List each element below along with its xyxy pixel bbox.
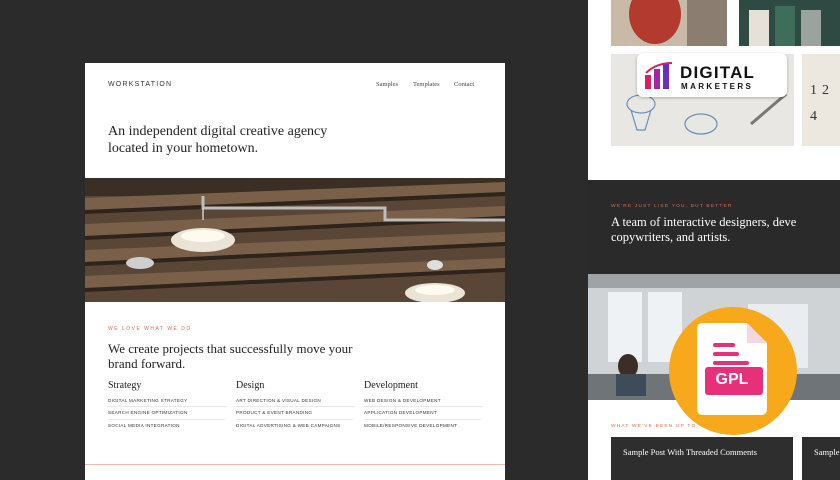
service-column-title: Design xyxy=(236,380,265,391)
nav-link-templates[interactable]: Templates xyxy=(413,81,440,88)
service-item: MOBILE/RESPONSIVE DEVELOPMENT xyxy=(364,423,458,428)
document-icon xyxy=(697,323,767,415)
divider xyxy=(108,419,226,420)
team-tagline: A team of interactive designers, deve co… xyxy=(611,215,840,245)
service-item: SOCIAL MEDIA INTEGRATION xyxy=(108,423,180,428)
svg-text:1: 1 xyxy=(810,83,817,98)
post-title[interactable]: Sample xyxy=(814,447,840,457)
service-item: APPLICATION DEVELOPMENT xyxy=(364,410,437,415)
team-tagline-line: copywriters, and artists. xyxy=(611,230,731,244)
portfolio-thumbnail-numbers[interactable]: 1 2 4 xyxy=(802,54,840,146)
svg-text:4: 4 xyxy=(810,109,817,124)
logo-subtitle: MARKETERS xyxy=(681,82,754,91)
nav-link-contact[interactable]: Contact xyxy=(454,81,474,88)
service-item: DIGITAL ADVERTISING & WEB CAMPAIGNS xyxy=(236,423,341,428)
hero-ceiling-photo xyxy=(85,178,505,302)
theme-preview-main: WORKSTATION Samples Templates Contact An… xyxy=(85,63,505,480)
service-column-title: Development xyxy=(364,380,418,391)
team-section-label: WE'RE JUST LIKE YOU, BUT BETTER xyxy=(611,204,733,209)
svg-text:2: 2 xyxy=(822,83,829,98)
service-item: ART DIRECTION & VISUAL DESIGN xyxy=(236,398,321,403)
divider xyxy=(364,419,482,420)
recent-posts-label: WHAT WE'VE BEEN UP TO xyxy=(611,424,697,429)
service-item: DIGITAL MARKETING STRATEGY xyxy=(108,398,188,403)
team-tagline-line: A team of interactive designers, deve xyxy=(611,215,797,229)
nav-link-samples[interactable]: Samples xyxy=(376,81,398,88)
service-column-title: Strategy xyxy=(108,380,142,391)
divider xyxy=(236,419,354,420)
bar-chart-logo-icon xyxy=(645,62,673,89)
site-brand[interactable]: WORKSTATION xyxy=(108,81,172,88)
post-title[interactable]: Sample Post With Threaded Comments xyxy=(623,447,763,457)
service-item: WEB DESIGN & DEVELOPMENT xyxy=(364,398,441,403)
post-card[interactable]: Sample Post With Threaded Comments xyxy=(611,437,793,480)
section-headline: We create projects that successfully mov… xyxy=(108,341,353,371)
footer-divider xyxy=(85,464,505,465)
divider xyxy=(236,406,354,407)
gpl-label: GPL xyxy=(715,371,749,388)
portfolio-thumbnail-skateboard[interactable] xyxy=(611,0,727,46)
hero-title: An independent digital creative agency l… xyxy=(108,124,328,156)
service-item: PRODUCT & EVENT BRANDING xyxy=(236,410,313,415)
section-label: WE LOVE WHAT WE DO xyxy=(108,326,192,332)
post-card[interactable]: Sample xyxy=(802,437,840,480)
logo-wordmark: DIGITAL xyxy=(680,63,756,82)
divider xyxy=(108,406,226,407)
service-item: SEARCH ENGINE OPTIMIZATION xyxy=(108,410,188,415)
portfolio-thumbnail-apparel[interactable] xyxy=(739,0,840,46)
divider xyxy=(364,406,482,407)
